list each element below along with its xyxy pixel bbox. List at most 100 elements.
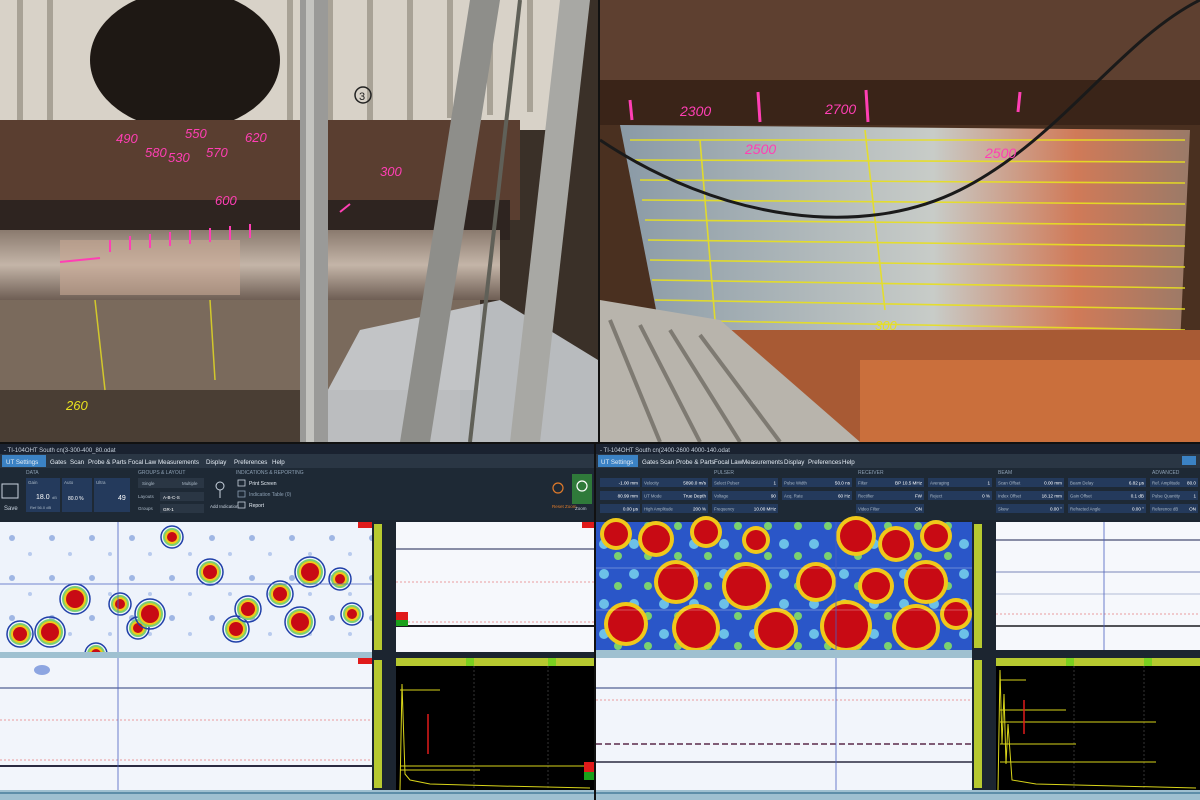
marking-620: 620 [245, 130, 267, 145]
advanced-field-1[interactable]: Pulse Quantity 1 [1150, 491, 1198, 500]
groups-section-label: GROUPS & LAYOUT [138, 470, 185, 476]
corrosion-pit [6, 620, 34, 648]
range-field[interactable]: 80.99 mm [600, 491, 640, 500]
menu-probe-parts[interactable]: Probe & Parts [88, 459, 127, 466]
corrosion-area [604, 602, 648, 646]
corrosion-area [940, 598, 972, 630]
b-scan-view[interactable] [996, 522, 1200, 650]
report-button[interactable]: Report [249, 503, 265, 509]
advanced-field-0-label: Ref. Amplitude [1152, 481, 1181, 486]
print-screen-button[interactable]: Print Screen [249, 481, 277, 487]
ut-app-right: - TI-104OHT South cn(2400-2600 4000-140.… [596, 444, 1200, 800]
menu-help[interactable]: Help [272, 459, 285, 466]
c-scan-view[interactable] [0, 522, 372, 666]
menu-ut-settings-label[interactable]: UT Settings [601, 459, 633, 466]
ut-field-1[interactable]: UT Mode True Depth [642, 491, 708, 500]
menu-gates[interactable]: Gates [642, 459, 659, 466]
receiver-field-3[interactable]: Averaging 1 [928, 478, 992, 487]
menu-ut-settings-label[interactable]: UT Settings [6, 459, 38, 466]
menu-focal-law[interactable]: Focal Law [128, 459, 157, 466]
beam-field-4[interactable]: Gain Offset 0.1 dB [1068, 491, 1146, 500]
marking-580: 580 [145, 145, 167, 160]
corrosion-pit [234, 595, 262, 623]
menu-preferences[interactable]: Preferences [808, 459, 841, 466]
multiple-label[interactable]: Multiple [182, 481, 198, 486]
receiver-field-3-value: 1 [987, 481, 990, 486]
pulser-section-label: PULSER [714, 470, 734, 476]
beam-field-1[interactable]: Index Offset 18.12 mm [996, 491, 1064, 500]
single-label[interactable]: Single [142, 481, 155, 486]
c-scan-view[interactable] [596, 516, 972, 652]
corrosion-area [742, 526, 770, 554]
auto-label: Auto [64, 480, 74, 485]
a-scan-view[interactable] [396, 658, 594, 791]
corrosion-pit [284, 606, 316, 638]
beam-field-5[interactable]: Refracted Angle 0.00 ° [1068, 504, 1146, 513]
beam-field-3[interactable]: Beam Delay 6.82 μs [1068, 478, 1146, 487]
pulser-field-2-label: Frequency [714, 507, 735, 512]
indication-table-button[interactable]: Indication Table (0) [249, 492, 291, 498]
menu-gates[interactable]: Gates [50, 459, 67, 466]
ut-field-1-label: UT Mode [644, 494, 662, 499]
advanced-field-1-value: 1 [1193, 494, 1196, 499]
advanced-field-2-label: Reference dB [1152, 507, 1178, 512]
pulser-field-4[interactable]: Acq. Rate 60 Hz [782, 491, 852, 500]
beam-field-5-label: Refracted Angle [1070, 507, 1101, 512]
b-scan-view[interactable] [396, 522, 594, 652]
menu-display[interactable]: Display [206, 459, 227, 466]
layouts-label: Layouts [138, 494, 155, 499]
beam-field-0[interactable]: Scan Offset 0.00 mm [996, 478, 1064, 487]
beam-field-4-value: 0.1 dB [1131, 494, 1144, 499]
menu-probe-parts[interactable]: Probe & Parts [676, 459, 715, 466]
d-scan-view[interactable] [596, 658, 972, 790]
corrosion-pit [134, 598, 166, 630]
pulser-field-0-label: Select Pulser [714, 481, 740, 486]
marking-600: 600 [215, 193, 237, 208]
receiver-field-1-label: Rectifier [858, 494, 874, 499]
pulser-field-0[interactable]: Select Pulser 1 [712, 478, 778, 487]
ut-field-2[interactable]: High Amplitude 200 % [642, 504, 708, 513]
pulser-field-1[interactable]: Voltage 90 [712, 491, 778, 500]
receiver-field-4[interactable]: Reject 0 % [928, 491, 992, 500]
beam-field-3-label: Beam Delay [1070, 481, 1094, 486]
corrosion-area [836, 516, 876, 556]
advanced-field-0[interactable]: Ref. Amplitude 80.0 [1150, 478, 1198, 487]
ut-app-left: - TI-104OHT South cn(3-300-400_80.odat U… [0, 444, 594, 800]
pulser-field-3[interactable]: Pulse Width 50.0 ns [782, 478, 852, 487]
beam-field-1-value: 18.12 mm [1042, 494, 1063, 499]
pulser-field-2[interactable]: Frequency 10.00 MHz [712, 504, 778, 513]
beam-field-2-label: Skew [998, 507, 1009, 512]
menu-measurements[interactable]: Measurements [158, 459, 199, 466]
ut-field-2-label: High Amplitude [644, 507, 674, 512]
menu-preferences[interactable]: Preferences [234, 459, 267, 466]
range-value: 80.99 mm [618, 494, 639, 499]
window-control-icon[interactable] [1182, 456, 1196, 465]
receiver-field-2[interactable]: Video Filter ON [856, 504, 924, 513]
range-value: -1.00 mm [619, 481, 639, 486]
menu-help[interactable]: Help [842, 459, 855, 466]
advanced-field-0-value: 80.0 [1187, 481, 1196, 486]
menu-scan[interactable]: Scan [70, 459, 85, 466]
indications-section-label: INDICATIONS & REPORTING [236, 470, 304, 476]
corrosion-pit [222, 615, 250, 643]
layouts-value: A-B-C-S [163, 495, 180, 500]
menu-measurements[interactable]: Measurements [742, 459, 783, 466]
receiver-field-1-value: FW [915, 494, 923, 499]
receiver-field-1[interactable]: Rectifier FW [856, 491, 924, 500]
range-field[interactable]: -1.00 mm [600, 478, 640, 487]
advanced-field-2[interactable]: Reference dB ON [1150, 504, 1198, 513]
corrosion-area [858, 568, 894, 604]
marking-300: 300 [380, 164, 402, 179]
range-field[interactable]: 0.00 μs [600, 504, 640, 513]
d-scan-view[interactable] [0, 658, 372, 790]
groups-label: Groups [138, 506, 154, 511]
a-scan-view[interactable] [996, 658, 1200, 791]
ut-field-0[interactable]: Velocity 5890.0 m/s [642, 478, 708, 487]
beam-field-2[interactable]: Skew 0.00 ° [996, 504, 1064, 513]
receiver-field-0-label: Filter [858, 481, 868, 486]
pulser-field-4-value: 60 Hz [838, 494, 851, 499]
menu-focal-law[interactable]: Focal Law [714, 459, 743, 466]
menu-display[interactable]: Display [784, 459, 805, 466]
menu-scan[interactable]: Scan [660, 459, 675, 466]
receiver-field-0[interactable]: Filter BP 10.5 MHz [856, 478, 924, 487]
